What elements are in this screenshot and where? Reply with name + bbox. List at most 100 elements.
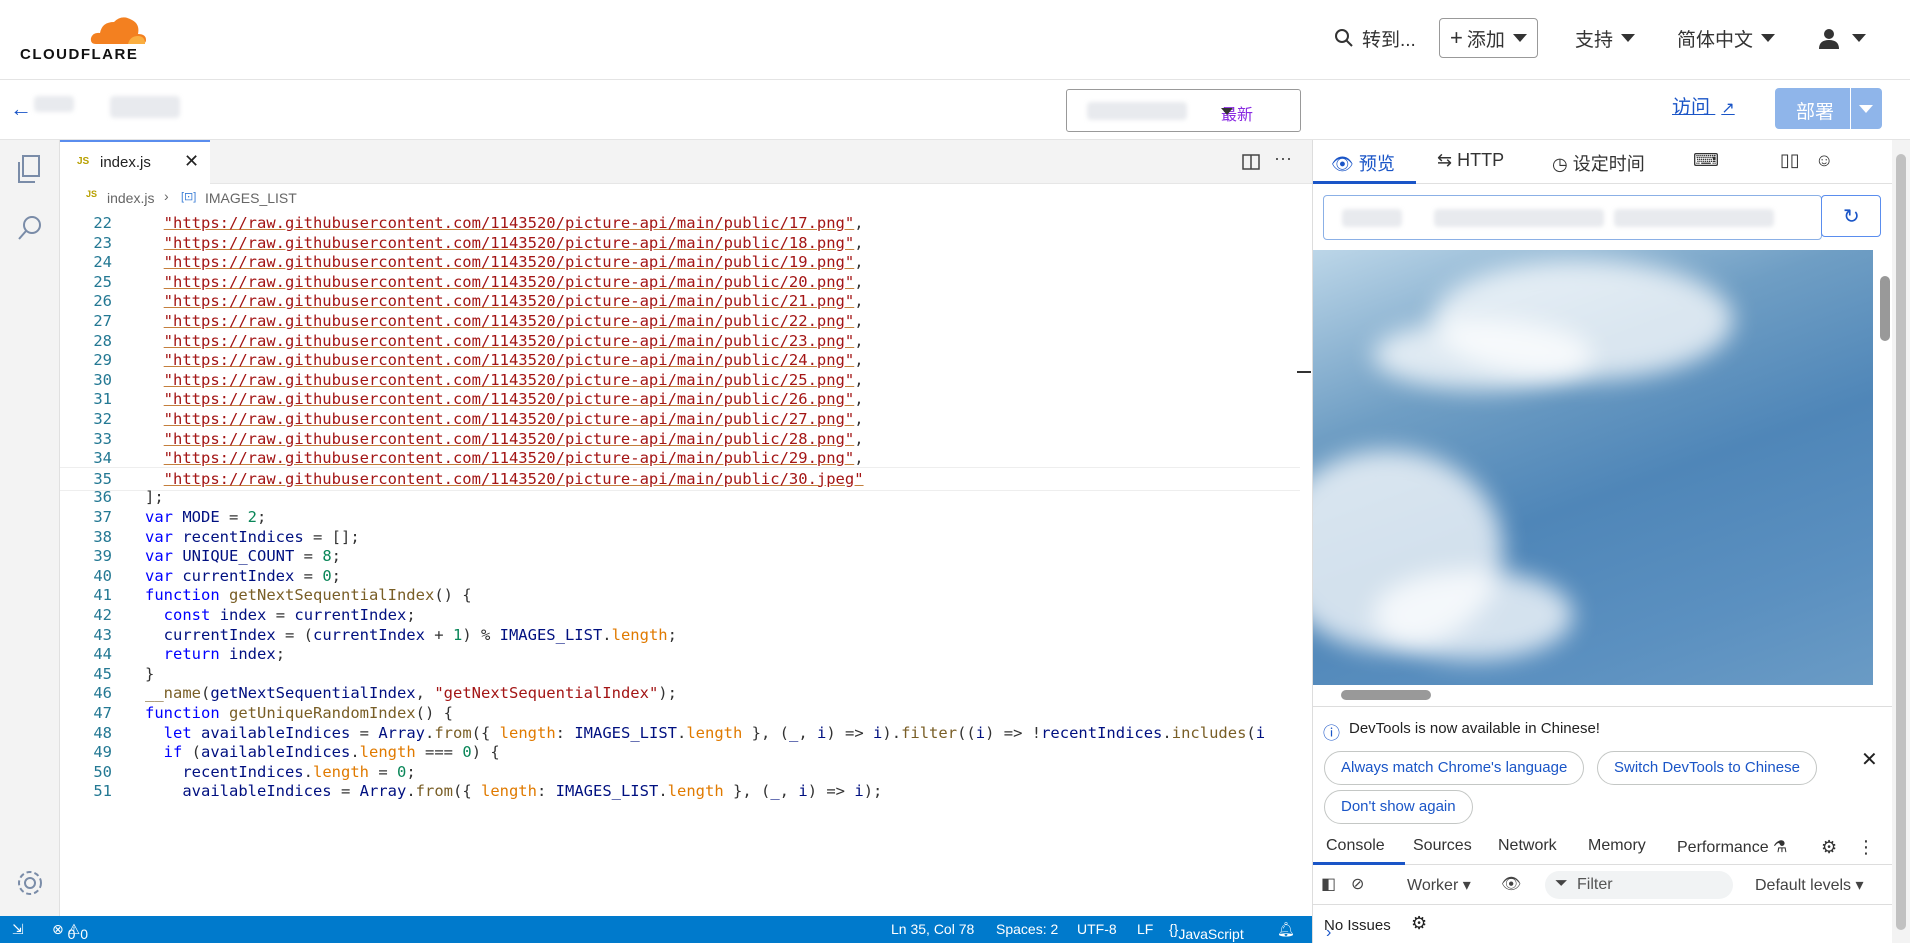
breadcrumb-symbol[interactable]: IMAGES_LIST (205, 190, 297, 206)
url-string[interactable]: "https://raw.githubusercontent.com/11435… (164, 312, 855, 330)
chevron-down-icon (1621, 34, 1636, 42)
tab-schedule[interactable]: ◷ 设定时间 (1552, 150, 1645, 176)
code-punctuation: , (854, 233, 864, 252)
tab-index-js[interactable]: JS index.js ✕ (60, 140, 210, 184)
code-number: 0 (322, 566, 332, 585)
switch-language-button[interactable]: Switch DevTools to Chinese (1597, 751, 1817, 785)
eye-icon[interactable]: 👁︎ (1501, 874, 1521, 894)
end-of-line[interactable]: LF (1137, 921, 1153, 937)
url-string[interactable]: "https://raw.githubusercontent.com/11435… (164, 273, 855, 291)
code-punctuation: . (677, 723, 687, 742)
code-function: getUniqueRandomIndex (229, 704, 416, 722)
url-string[interactable]: "https://raw.githubusercontent.com/11435… (164, 390, 855, 408)
url-string[interactable]: "https://raw.githubusercontent.com/11435… (164, 234, 855, 252)
console-prompt[interactable]: › (1326, 924, 1331, 942)
url-string[interactable]: "https://raw.githubusercontent.com/11435… (164, 214, 855, 232)
search-icon[interactable] (16, 214, 44, 242)
url-string[interactable]: "https://raw.githubusercontent.com/11435… (164, 449, 855, 467)
settings-gear-icon[interactable] (15, 868, 45, 898)
dont-show-again-button[interactable]: Don't show again (1324, 790, 1473, 824)
code-punctuation: . (406, 782, 416, 801)
code-keyword: var (145, 566, 173, 585)
no-issues-label[interactable]: No Issues (1324, 917, 1391, 934)
clear-console-icon[interactable]: ⊘ (1351, 874, 1364, 894)
line-number: 51 (93, 782, 112, 801)
close-icon[interactable]: ✕ (184, 151, 199, 172)
layout-toggle-icon[interactable]: ▯▯ (1780, 150, 1800, 171)
code-editor[interactable]: 22 "https://raw.githubusercontent.com/11… (60, 212, 1312, 916)
cloudflare-logo[interactable]: CLOUDFLARE (20, 14, 160, 64)
split-editor-icon[interactable] (1242, 153, 1260, 171)
url-string[interactable]: "https://raw.githubusercontent.com/11435… (164, 332, 855, 350)
redacted-url (1434, 209, 1604, 227)
encoding[interactable]: UTF-8 (1077, 921, 1117, 937)
context-select[interactable]: Worker ▾ (1407, 875, 1471, 895)
console-filter-input[interactable]: ⏷ Filter (1545, 871, 1733, 899)
code-punctuation: , (854, 292, 864, 311)
code-line[interactable]: 51 availableIndices = Array.from({ lengt… (60, 780, 1300, 804)
tab-preview[interactable]: 👁︎ 预览 (1331, 150, 1395, 176)
info-icon: ⓘ (1323, 724, 1340, 743)
code-punctuation (220, 586, 229, 604)
url-string[interactable]: "https://raw.githubusercontent.com/11435… (164, 410, 855, 428)
deploy-button[interactable]: 部署 (1775, 88, 1882, 129)
preview-horizontal-scrollbar[interactable] (1313, 685, 1894, 705)
issues-settings-icon[interactable]: ⚙︎ (1411, 913, 1427, 934)
preview-url-input[interactable] (1323, 195, 1822, 240)
code-identifier: index (229, 645, 276, 664)
devtools-panel: ⓘ DevTools is now available in Chinese! … (1313, 706, 1910, 943)
code-punctuation: = (331, 782, 360, 801)
bell-icon[interactable]: 🔔︎ (1277, 921, 1295, 938)
url-string[interactable]: "https://raw.githubusercontent.com/11435… (164, 371, 855, 389)
scroll-thumb[interactable] (1341, 690, 1431, 700)
url-string[interactable]: "https://raw.githubusercontent.com/11435… (164, 351, 855, 369)
discord-icon[interactable]: ☺︎ (1815, 150, 1833, 171)
settings-gear-icon[interactable]: ⚙︎ (1821, 837, 1837, 858)
tab-console[interactable]: Console (1326, 837, 1385, 855)
close-icon[interactable]: ✕ (1861, 747, 1878, 772)
url-string[interactable]: "https://raw.githubusercontent.com/11435… (164, 430, 855, 448)
remote-icon[interactable]: ⇲ (12, 921, 24, 938)
page-vertical-scrollbar[interactable] (1892, 140, 1910, 943)
code-punctuation: , (854, 312, 864, 330)
goto-button[interactable]: 转到... (1334, 18, 1416, 58)
more-actions-icon[interactable]: ··· (1274, 148, 1292, 169)
back-arrow-icon[interactable]: ← (10, 96, 32, 122)
tab-http[interactable]: ⇆ HTTP (1437, 150, 1504, 171)
user-menu[interactable] (1818, 18, 1866, 58)
add-button[interactable]: + 添加 (1439, 18, 1538, 58)
files-icon[interactable] (16, 154, 44, 186)
url-string[interactable]: "https://raw.githubusercontent.com/11435… (164, 470, 864, 488)
kebab-menu-icon[interactable]: ⋮ (1857, 837, 1875, 858)
log-levels-select[interactable]: Default levels ▾ (1755, 875, 1864, 895)
tab-network[interactable]: Network (1498, 837, 1557, 855)
code-keyword: function (145, 586, 220, 605)
code-identifier: i (873, 723, 883, 742)
terminal-icon[interactable]: ⌨︎ (1693, 150, 1719, 171)
language-menu[interactable]: 简体中文 (1677, 18, 1776, 58)
scroll-thumb[interactable] (1880, 276, 1890, 341)
visit-link[interactable]: 访问 ↗ (1672, 92, 1735, 119)
sidebar-toggle-icon[interactable]: ◧ (1321, 874, 1336, 894)
tab-memory[interactable]: Memory (1588, 837, 1646, 855)
code-punctuation: ({ (452, 782, 481, 801)
cursor-position[interactable]: Ln 35, Col 78 (891, 921, 974, 937)
version-select[interactable]: 最新 (1066, 89, 1301, 132)
url-string[interactable]: "https://raw.githubusercontent.com/11435… (164, 292, 855, 310)
code-punctuation (173, 547, 182, 565)
tab-performance[interactable]: Performance ⚗︎ (1677, 837, 1787, 857)
match-language-button[interactable]: Always match Chrome's language (1324, 751, 1585, 785)
breadcrumb-file[interactable]: index.js (107, 190, 154, 206)
chevron-down-icon[interactable] (1859, 105, 1873, 113)
language-mode[interactable]: {} JavaScript (1169, 921, 1244, 942)
problems-indicator[interactable]: ⊗ 0 ⚠ 0 (52, 921, 88, 942)
tab-sources[interactable]: Sources (1413, 837, 1472, 855)
scroll-thumb[interactable] (1896, 154, 1906, 930)
support-menu[interactable]: 支持 (1575, 18, 1636, 58)
indentation[interactable]: Spaces: 2 (996, 921, 1058, 937)
refresh-button[interactable]: ↻ (1821, 195, 1881, 237)
url-string[interactable]: "https://raw.githubusercontent.com/11435… (164, 253, 855, 271)
